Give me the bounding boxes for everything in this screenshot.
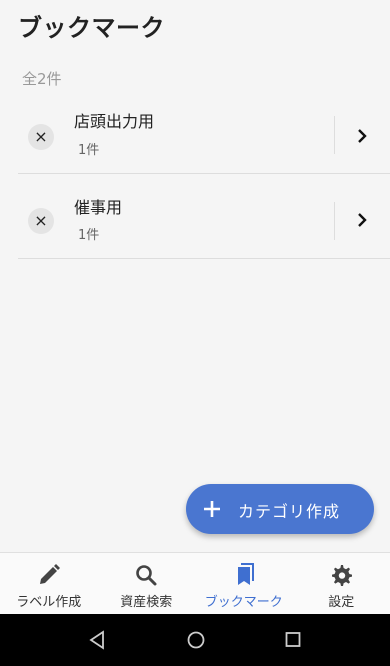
page-title: ブックマーク bbox=[18, 14, 165, 42]
bookmark-list: × 店頭出力用 1件 × 催事用 1件 bbox=[18, 90, 390, 259]
divider bbox=[334, 202, 335, 240]
bookmark-icon bbox=[237, 563, 254, 585]
bookmark-name: 催事用 bbox=[74, 198, 123, 217]
nav-label: ブックマーク bbox=[204, 595, 283, 610]
bookmark-count: 全2件 bbox=[22, 70, 62, 88]
search-icon bbox=[136, 565, 157, 586]
create-category-label: カテゴリ作成 bbox=[238, 502, 341, 521]
bookmark-item-count: 1件 bbox=[78, 228, 100, 243]
bottom-navigation: ラベル作成 資産検索 ブックマーク 設定 bbox=[0, 552, 390, 614]
gear-icon bbox=[332, 565, 353, 586]
bookmark-item-count: 1件 bbox=[78, 143, 100, 158]
nav-item-settings[interactable]: 設定 bbox=[293, 553, 390, 614]
recents-square-icon[interactable] bbox=[284, 630, 302, 650]
list-item[interactable]: × 催事用 1件 bbox=[18, 174, 390, 259]
create-category-button[interactable]: カテゴリ作成 bbox=[186, 484, 374, 534]
divider bbox=[334, 116, 335, 154]
remove-icon[interactable]: × bbox=[28, 208, 54, 234]
nav-item-bookmarks[interactable]: ブックマーク bbox=[195, 553, 293, 614]
plus-icon bbox=[204, 501, 220, 517]
nav-label: ラベル作成 bbox=[16, 595, 82, 610]
nav-item-label-create[interactable]: ラベル作成 bbox=[0, 553, 98, 614]
chevron-right-icon[interactable] bbox=[354, 212, 370, 228]
nav-label: 設定 bbox=[328, 595, 355, 610]
nav-item-asset-search[interactable]: 資産検索 bbox=[98, 553, 196, 614]
back-triangle-icon[interactable] bbox=[88, 630, 106, 650]
app-header: ブックマーク bbox=[0, 0, 390, 52]
system-navigation-bar bbox=[0, 614, 390, 666]
home-circle-icon[interactable] bbox=[186, 630, 206, 650]
nav-label: 資産検索 bbox=[120, 595, 173, 610]
remove-icon[interactable]: × bbox=[28, 124, 54, 150]
pencil-icon bbox=[39, 564, 60, 584]
chevron-right-icon[interactable] bbox=[354, 128, 370, 144]
bookmark-name: 店頭出力用 bbox=[74, 112, 155, 131]
list-item[interactable]: × 店頭出力用 1件 bbox=[18, 90, 390, 174]
